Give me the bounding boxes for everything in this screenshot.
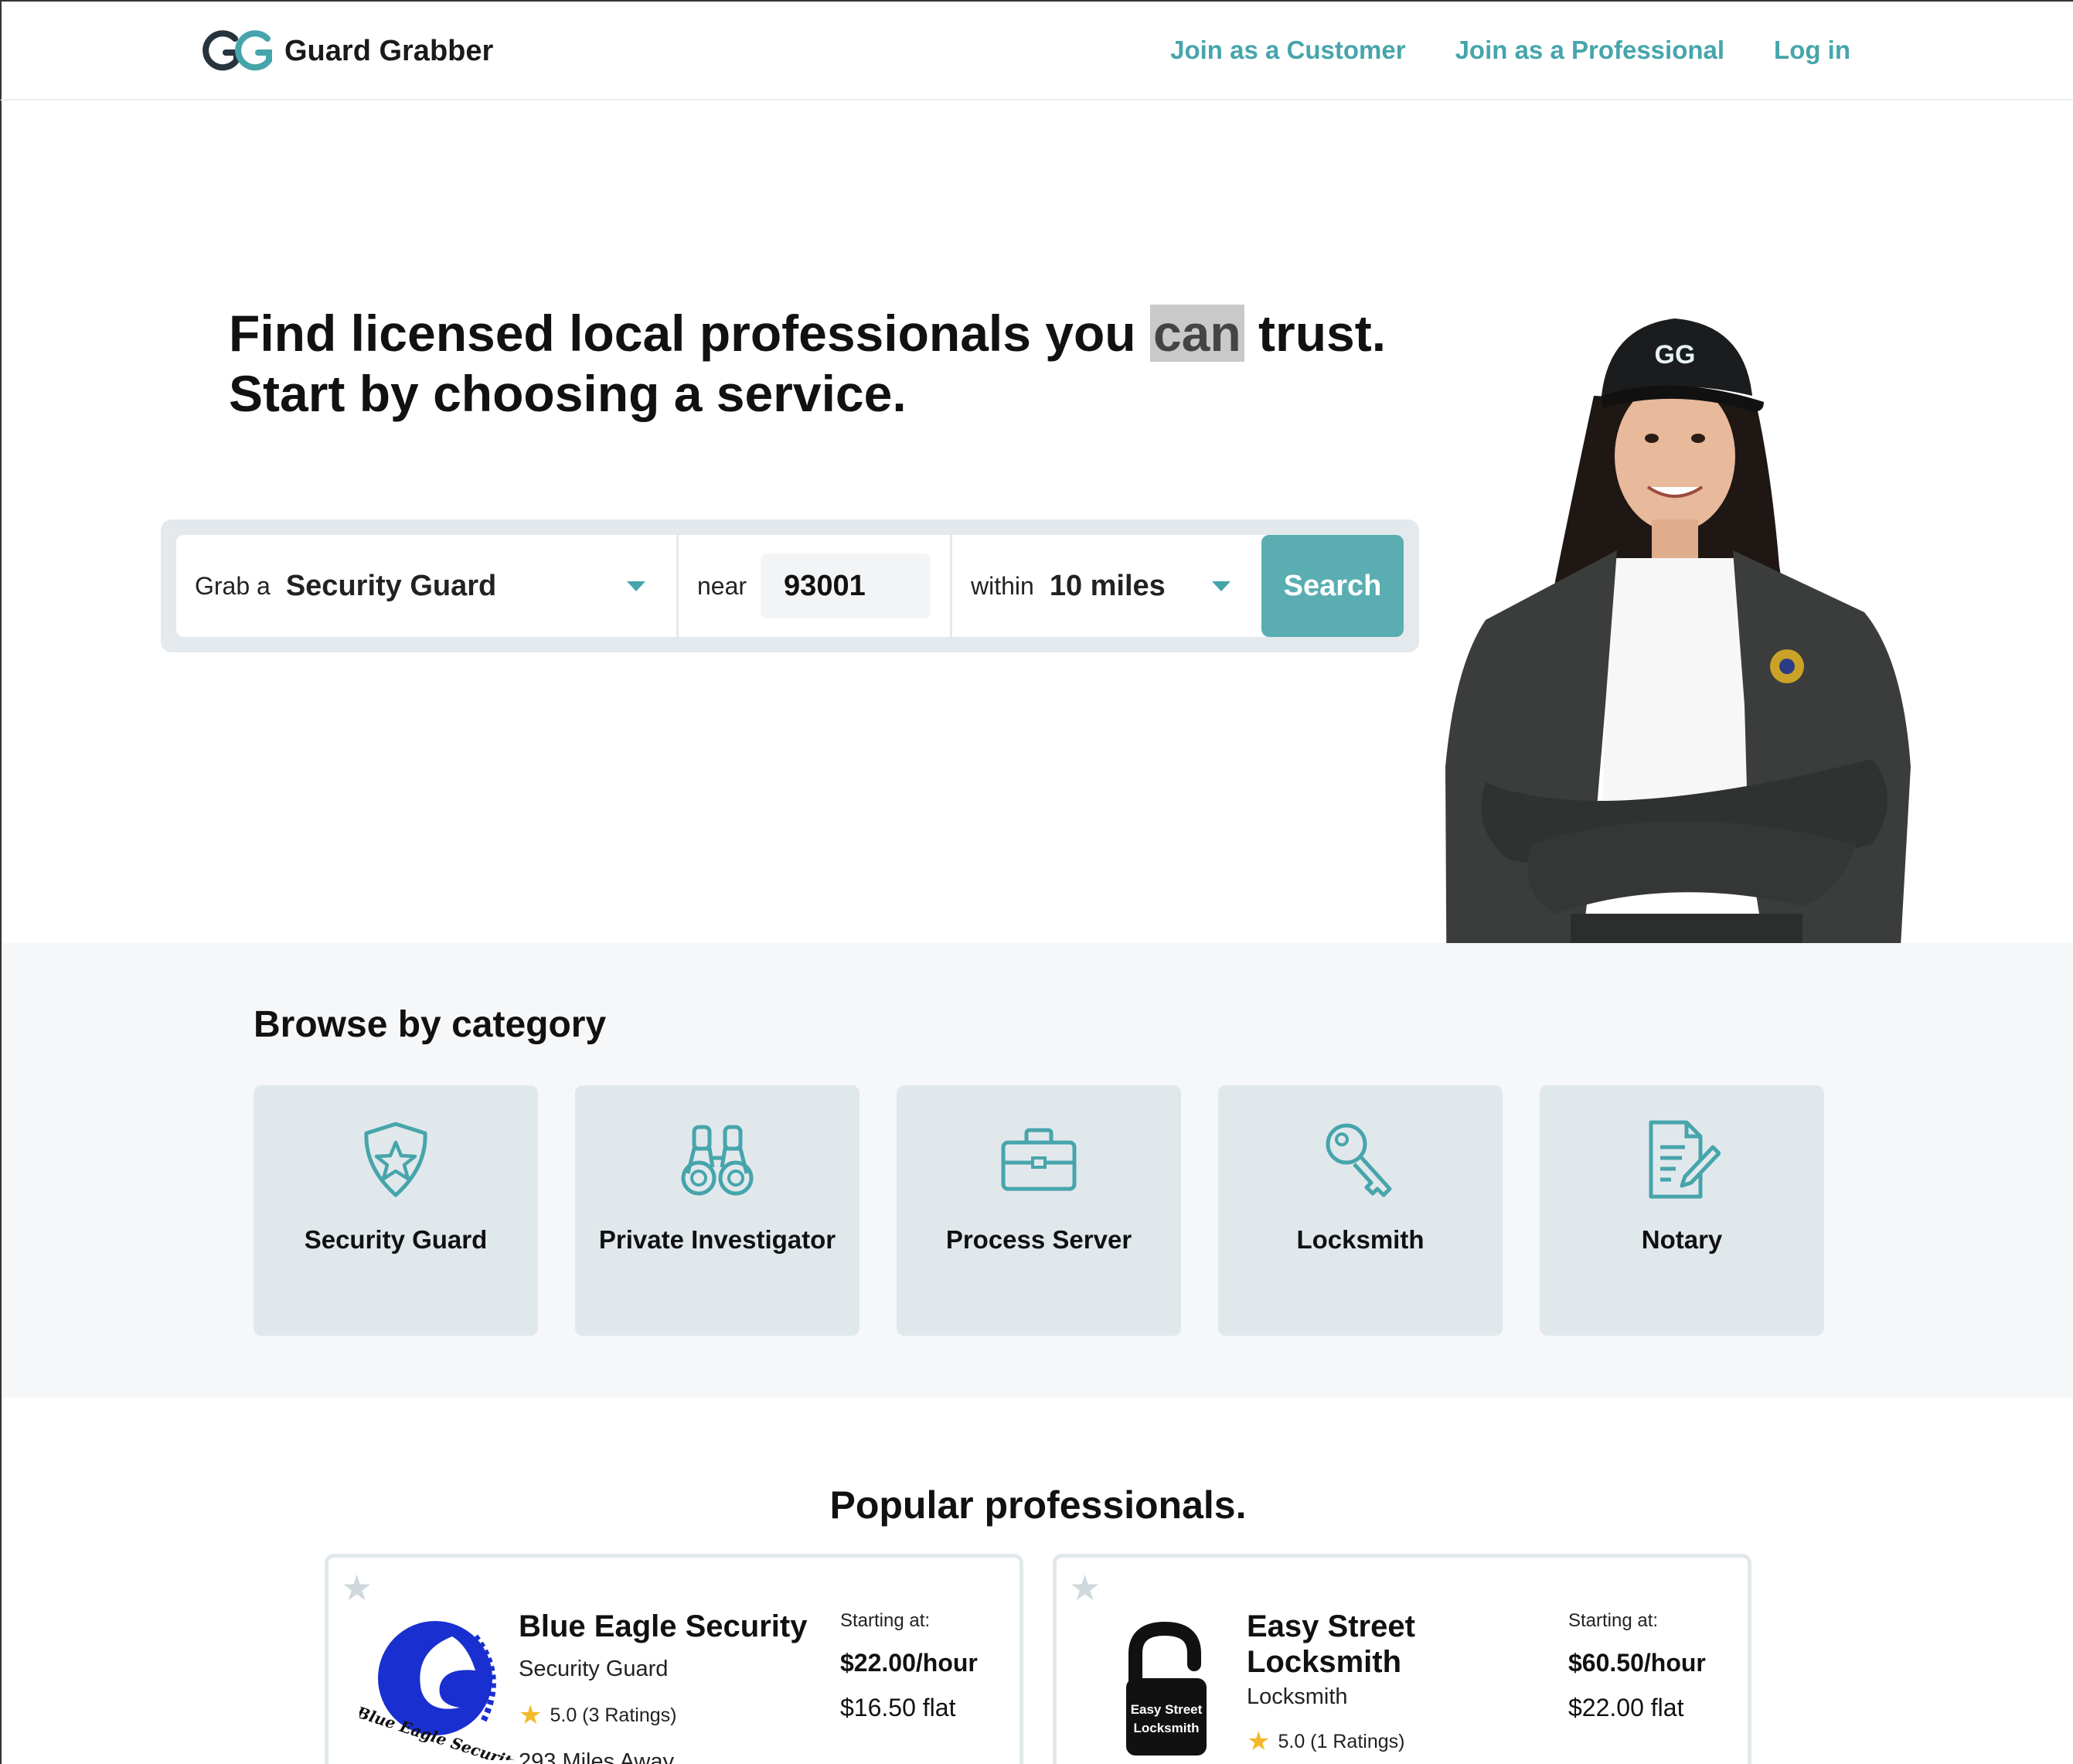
starting-label: Starting at: <box>840 1610 931 1631</box>
pro-rating: ★ 5.0 (3 Ratings) <box>519 1700 676 1731</box>
category-label: Private Investigator <box>598 1225 836 1254</box>
site-header: Guard Grabber Join as a Customer Join as… <box>0 0 2073 100</box>
within-label: within <box>971 571 1034 600</box>
security-guard-photo: GG <box>1445 318 1911 1044</box>
join-professional-link[interactable]: Join as a Professional <box>1455 36 1724 65</box>
browse-category-section: Browse by category Security Guard Privat… <box>0 943 2073 1398</box>
brand-name: Guard Grabber <box>284 34 494 67</box>
pro-name: Blue Eagle Security <box>519 1609 808 1643</box>
chevron-down-icon <box>627 581 645 591</box>
brand-logo[interactable]: Guard Grabber <box>201 29 493 73</box>
rating-star-icon: ★ <box>519 1701 543 1730</box>
pro-type: Security Guard <box>519 1657 669 1681</box>
service-select[interactable]: Grab a Security Guard <box>176 535 679 637</box>
category-process-server[interactable]: Process Server <box>897 1085 1181 1336</box>
category-list: Security Guard Private Investigator Proc… <box>254 1085 1824 1336</box>
pro-type: Locksmith <box>1247 1684 1348 1709</box>
headline-line2: Start by choosing a service. <box>229 365 907 422</box>
pro-distance: 293 Miles Away <box>519 1749 674 1764</box>
professional-card[interactable]: ★ Easy Street Locksmith Easy Street Lock… <box>1053 1554 1751 1764</box>
search-form: Grab a Security Guard near 93001 within … <box>176 535 1404 637</box>
search-button[interactable]: Search <box>1261 535 1404 637</box>
gg-logo-icon <box>203 30 272 71</box>
professional-card[interactable]: ★ Blue Eagle Security Blue Eagle Securit… <box>325 1554 1023 1764</box>
flat-price: $16.50 flat <box>840 1694 956 1721</box>
hero-section: Find licensed local professionals you ca… <box>0 100 2073 1044</box>
location-field: near 93001 <box>679 535 952 637</box>
briefcase-icon <box>1001 1128 1077 1191</box>
svg-text:Locksmith: Locksmith <box>1133 1721 1199 1735</box>
pro-rating: ★ 5.0 (1 Ratings) <box>1247 1726 1404 1757</box>
category-security-guard[interactable]: Security Guard <box>254 1085 538 1336</box>
headline-highlight: can <box>1149 305 1244 362</box>
top-nav: Join as a Customer Join as a Professiona… <box>1170 36 1850 65</box>
category-label: Locksmith <box>1296 1225 1425 1254</box>
service-value: Security Guard <box>285 569 497 602</box>
starting-label: Starting at: <box>1568 1610 1659 1631</box>
rating-text: 5.0 (1 Ratings) <box>1278 1730 1405 1752</box>
rating-star-icon: ★ <box>1247 1727 1271 1756</box>
easy-street-locksmith-logo: Easy Street Locksmith <box>1126 1621 1207 1755</box>
section-title: Popular professionals. <box>829 1483 1247 1527</box>
category-private-investigator[interactable]: Private Investigator <box>575 1085 859 1336</box>
flat-price: $22.00 flat <box>1568 1694 1684 1721</box>
category-locksmith[interactable]: Locksmith <box>1218 1085 1503 1336</box>
grab-label: Grab a <box>195 571 271 600</box>
distance-value: 10 miles <box>1049 569 1166 602</box>
chevron-down-icon <box>1212 581 1231 591</box>
favorite-star-icon[interactable]: ★ <box>1069 1567 1101 1609</box>
category-label: Notary <box>1641 1225 1723 1254</box>
key-icon <box>1326 1123 1392 1197</box>
section-title: Browse by category <box>254 1004 607 1045</box>
rating-text: 5.0 (3 Ratings) <box>550 1704 677 1726</box>
category-label: Security Guard <box>304 1225 488 1254</box>
join-customer-link[interactable]: Join as a Customer <box>1170 36 1405 65</box>
hero-headline: Find licensed local professionals you ca… <box>229 303 1386 424</box>
zip-input[interactable]: 93001 <box>761 553 931 618</box>
blue-eagle-logo: Blue Eagle Security <box>359 1621 514 1760</box>
document-pen-icon <box>1649 1120 1721 1199</box>
pro-name: Easy Street Locksmith <box>1247 1609 1415 1679</box>
shield-star-icon <box>364 1122 427 1197</box>
headline-part: Find licensed local professionals you <box>229 305 1150 362</box>
hourly-price: $60.50/hour <box>1568 1649 1706 1677</box>
svg-text:Easy Street: Easy Street <box>1131 1702 1203 1717</box>
binoculars-icon <box>681 1125 754 1196</box>
near-label: near <box>697 571 747 600</box>
distance-select[interactable]: within 10 miles <box>952 535 1261 637</box>
popular-professionals-section: Popular professionals. ★ Blue Eagle Secu… <box>0 1398 2073 1764</box>
favorite-star-icon[interactable]: ★ <box>341 1567 373 1609</box>
search-bar: Grab a Security Guard near 93001 within … <box>161 519 1419 652</box>
category-notary[interactable]: Notary <box>1540 1085 1824 1336</box>
headline-part: trust. <box>1244 305 1387 362</box>
hourly-price: $22.00/hour <box>840 1649 978 1677</box>
svg-text:GG: GG <box>1655 340 1696 369</box>
login-link[interactable]: Log in <box>1774 36 1850 65</box>
category-label: Process Server <box>945 1225 1132 1254</box>
